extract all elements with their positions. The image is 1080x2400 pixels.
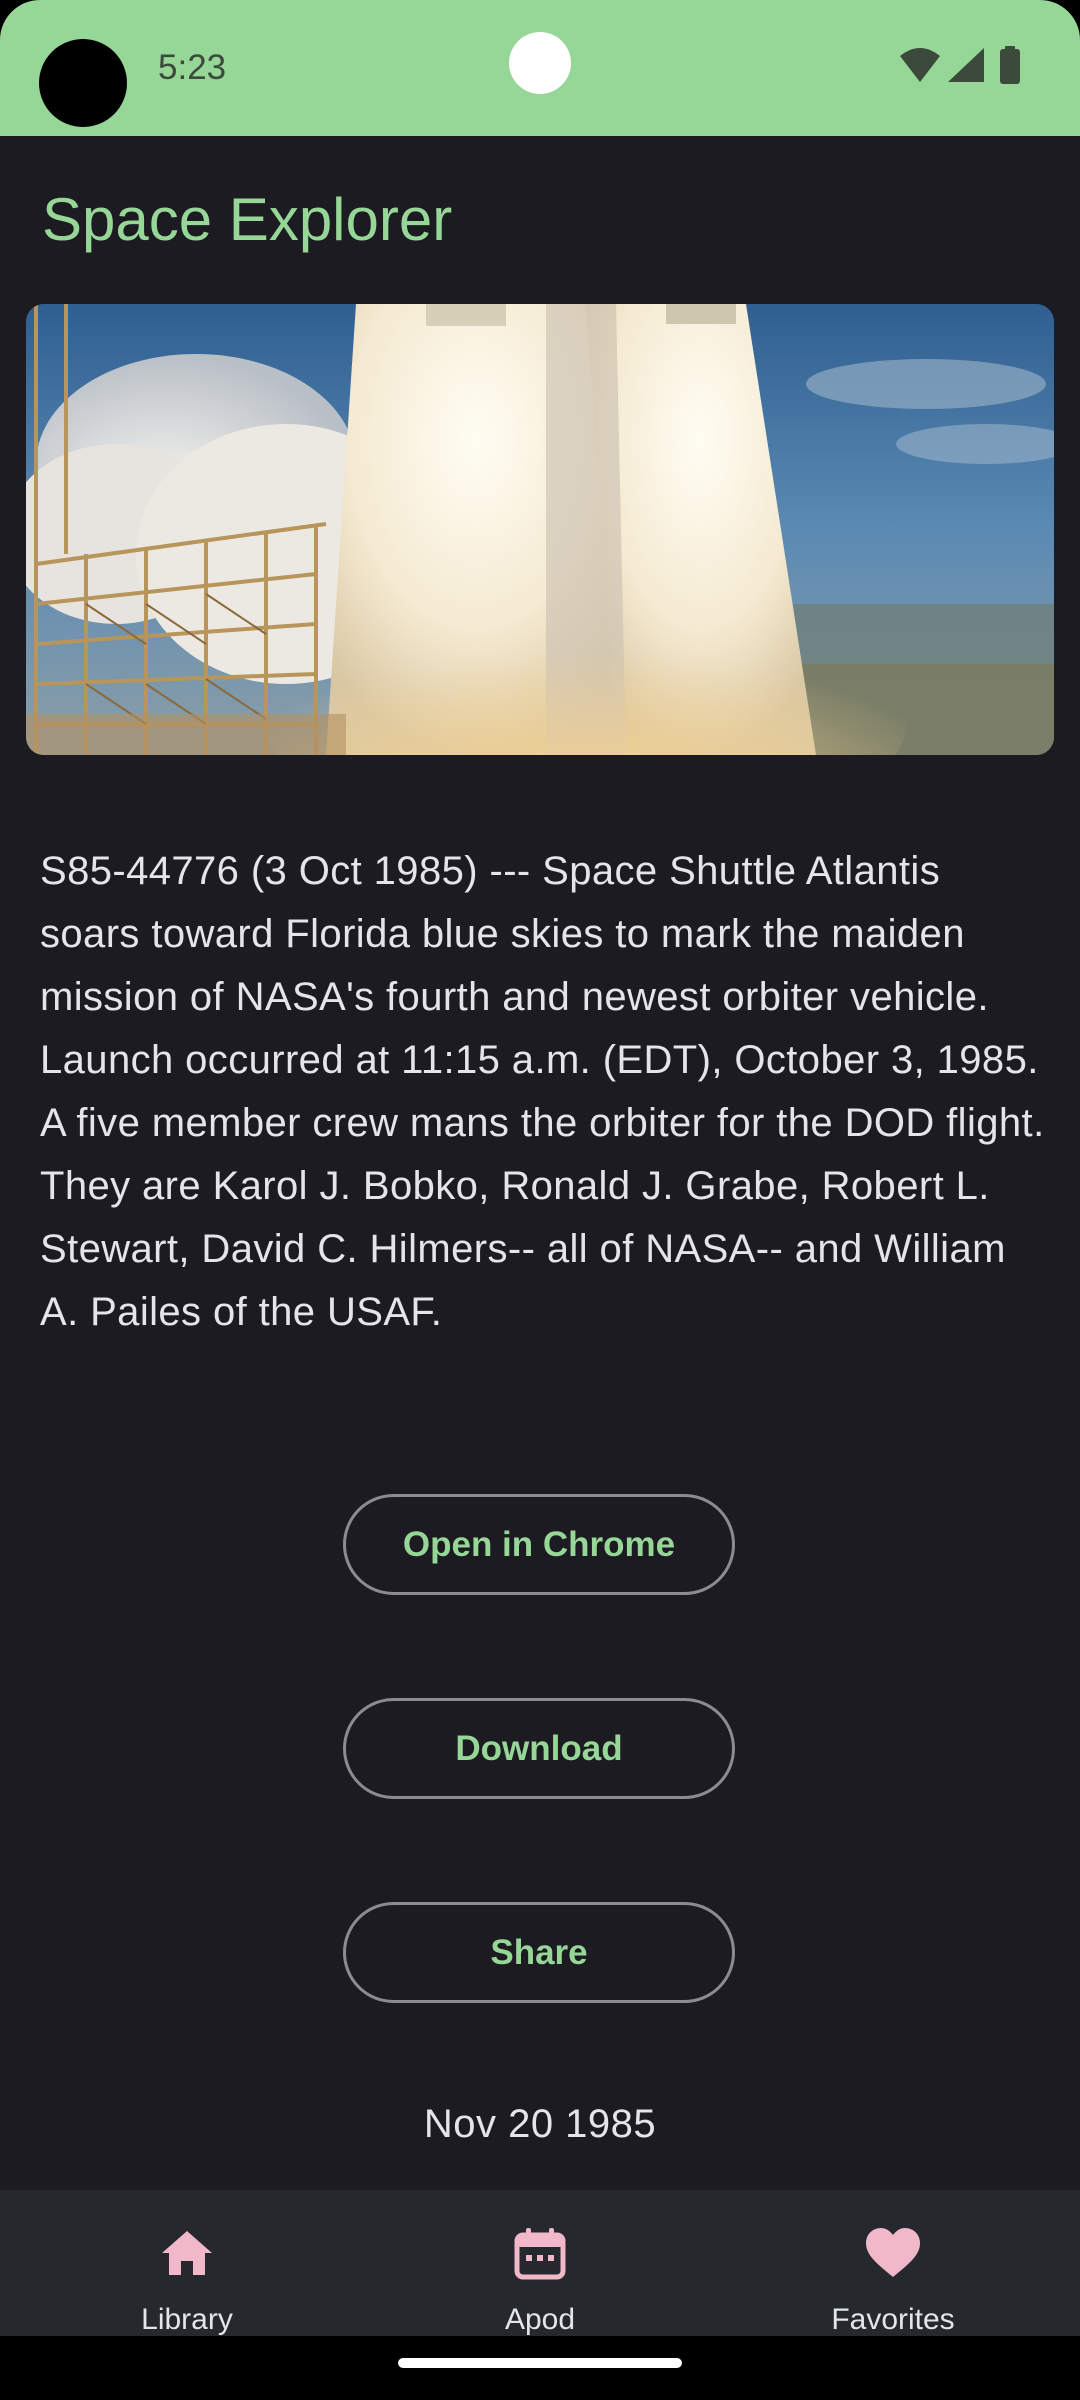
status-time: 5:23 <box>158 48 227 87</box>
status-icons <box>898 46 1048 90</box>
system-gesture-area <box>0 2336 1080 2400</box>
home-icon <box>162 2231 212 2275</box>
front-camera <box>39 39 127 127</box>
bottom-navigation: Library Apod Favorites <box>0 2190 1080 2336</box>
nav-item-library[interactable]: Library <box>7 2190 367 2336</box>
download-button[interactable]: Download <box>343 1698 735 1799</box>
apod-photo <box>26 304 1054 755</box>
wifi-icon <box>900 48 940 82</box>
nav-label-library: Library <box>141 2303 233 2336</box>
apod-date: Nov 20 1985 <box>423 2102 657 2146</box>
notification-dot <box>509 32 571 94</box>
nav-label-favorites: Favorites <box>831 2303 955 2336</box>
cellular-signal-icon <box>948 48 984 82</box>
battery-icon <box>1000 46 1020 84</box>
calendar-icon <box>514 2228 566 2280</box>
app-title: Space Explorer <box>42 186 453 253</box>
nav-label-apod: Apod <box>504 2303 576 2336</box>
heart-icon <box>866 2228 920 2277</box>
nav-item-favorites[interactable]: Favorites <box>713 2190 1073 2336</box>
home-gesture-handle[interactable] <box>398 2358 682 2368</box>
status-bar: 5:23 <box>0 0 1080 136</box>
apod-description: S85-44776 (3 Oct 1985) --- Space Shuttle… <box>40 849 1045 1334</box>
app-screen: 5:23 Space Explorer S85-44776 (3 Oct 198… <box>0 0 1080 2400</box>
nav-item-apod[interactable]: Apod <box>360 2190 720 2336</box>
share-button[interactable]: Share <box>343 1902 735 2003</box>
open-in-chrome-button[interactable]: Open in Chrome <box>343 1494 735 1595</box>
